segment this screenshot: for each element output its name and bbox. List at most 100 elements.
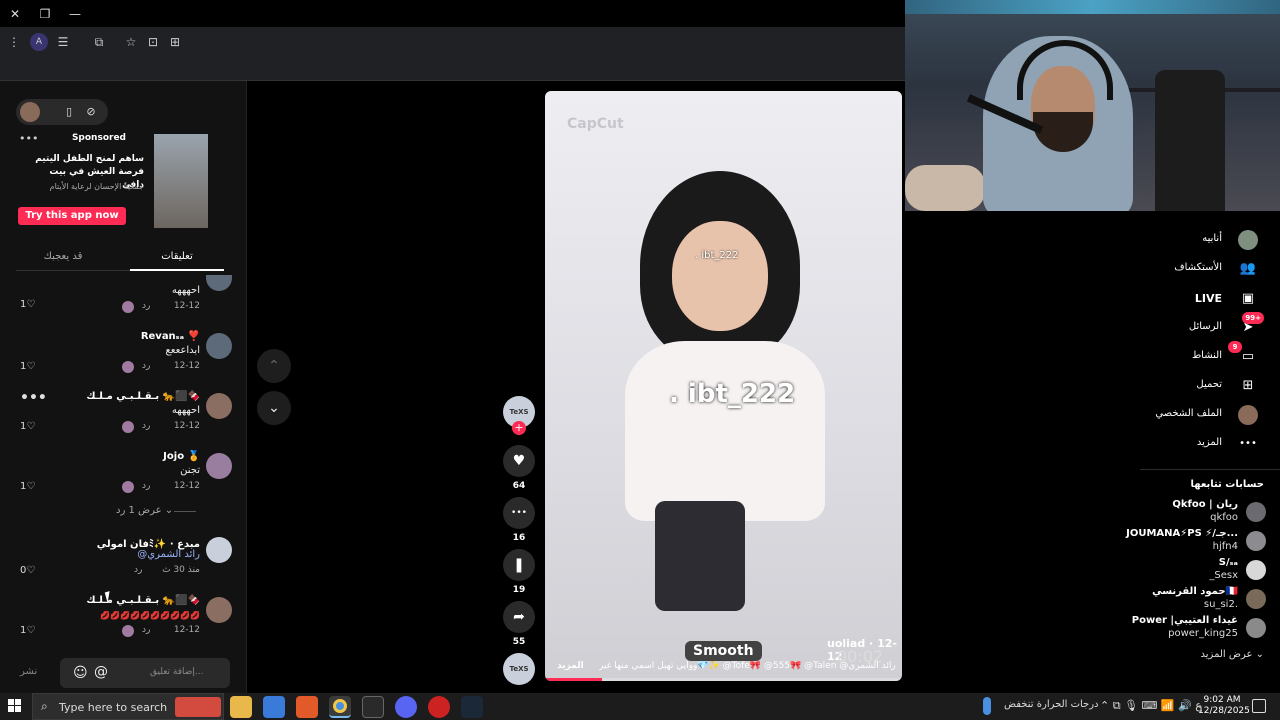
menu-icon[interactable]: ⋮ bbox=[5, 33, 23, 51]
reply-button[interactable]: رد bbox=[134, 565, 142, 575]
queue-icon[interactable]: ☰ bbox=[54, 33, 72, 51]
comment-date: 12-12 bbox=[173, 301, 200, 311]
nav-item-1[interactable]: الأستكشاف 👥 bbox=[1064, 257, 1264, 283]
followed-account[interactable]: JOUMANA⚡PS ⚡/جـ... hjfn4 bbox=[1046, 528, 1266, 556]
user-avatar[interactable] bbox=[20, 102, 40, 122]
tab-comments[interactable]: تعليقات bbox=[130, 251, 224, 271]
store-icon[interactable] bbox=[263, 696, 285, 718]
notification-icon[interactable] bbox=[1252, 699, 1266, 713]
caption-more-button[interactable]: المزيد bbox=[557, 661, 584, 671]
tab-maybe-you-like[interactable]: قد يعجبك bbox=[16, 251, 110, 262]
follow-plus-icon[interactable]: + bbox=[512, 421, 526, 435]
commenter-avatar[interactable] bbox=[206, 333, 232, 359]
weather-text[interactable]: درجات الحرارة تنخفض bbox=[1004, 699, 1099, 710]
commenter-name[interactable]: Revanₛₐ ❣️ bbox=[141, 331, 200, 342]
nav-item-messages[interactable]: الرسائل ➤ 99+ bbox=[1064, 312, 1264, 342]
discord-icon[interactable] bbox=[395, 696, 417, 718]
video-progress-fill bbox=[545, 678, 603, 681]
ad-options-icon[interactable]: ••• bbox=[19, 132, 38, 145]
followed-account[interactable]: Power |غيداء العتيبي power_king25 bbox=[1046, 615, 1266, 643]
bookmark-icon[interactable]: ❚ bbox=[503, 549, 535, 581]
ad-image[interactable] bbox=[154, 134, 208, 228]
reply-button[interactable]: رد bbox=[142, 625, 150, 635]
video-player[interactable]: CapCut . ibt_222 . ibt_222 Smooth uoliad… bbox=[545, 91, 902, 681]
restore-icon[interactable]: ❐ bbox=[36, 5, 54, 23]
system-tray[interactable]: ⌃ ⧉ 🎙 ⌨ 📶 🔊 ع bbox=[1100, 699, 1202, 713]
heart-icon[interactable]: ♥ bbox=[503, 445, 535, 477]
commenter-name[interactable]: فان اموليﾐ✨ · مبدع bbox=[97, 535, 200, 550]
file-explorer-icon[interactable] bbox=[230, 696, 252, 718]
comment-like-button[interactable]: 1♡ bbox=[20, 481, 35, 492]
video-overlay-tag-small: . ibt_222 bbox=[695, 250, 739, 261]
commenter-name[interactable]: بـقـلـبـي مـلـك 🐆⬛🍫 bbox=[86, 595, 200, 606]
nav-item-live[interactable]: LIVE ▣ bbox=[1064, 287, 1264, 313]
comment-like-button[interactable]: 1♡ bbox=[20, 361, 35, 372]
obs-icon[interactable] bbox=[428, 696, 450, 718]
taskbar-search[interactable]: ⌕ Type here to search bbox=[32, 693, 224, 720]
save-count: 19 bbox=[512, 585, 526, 595]
comment-icon[interactable]: ••• bbox=[503, 497, 535, 529]
comment-text: تجنن bbox=[180, 465, 200, 476]
video-subject-legs bbox=[655, 501, 745, 611]
commenter-avatar[interactable] bbox=[206, 537, 232, 563]
reply-button[interactable]: رد bbox=[142, 301, 150, 311]
commenter-name[interactable]: Jojo 🏅 bbox=[163, 451, 200, 462]
more-options-icon[interactable]: ••• bbox=[20, 390, 47, 406]
comment-like-button[interactable]: 1♡ bbox=[20, 299, 35, 310]
see-more-button[interactable]: عرض المزيد ⌄ bbox=[1201, 649, 1264, 660]
app-window-icon[interactable] bbox=[362, 696, 384, 718]
commenter-avatar[interactable] bbox=[206, 393, 232, 419]
share-icon[interactable]: ➦ bbox=[503, 601, 535, 633]
reply-button[interactable]: رد bbox=[142, 481, 150, 491]
view-replies-button[interactable]: عرض 1 رد ⌄ bbox=[116, 505, 173, 516]
mention-icon[interactable]: @ bbox=[94, 664, 108, 680]
phone-icon[interactable]: ▯ bbox=[60, 103, 78, 121]
nav-label: الملف الشخصي bbox=[1155, 408, 1222, 419]
taskbar-clock[interactable]: 9:02 AM 12/28/2025 bbox=[1198, 695, 1250, 717]
reply-button[interactable]: رد bbox=[142, 361, 150, 371]
chair bbox=[1155, 70, 1225, 211]
nav-item-0[interactable]: أنابيه bbox=[1064, 228, 1264, 254]
music-disc-icon[interactable]: TeXS bbox=[503, 653, 535, 685]
try-app-button[interactable]: Try this app now bbox=[18, 207, 126, 225]
star-icon[interactable]: ☆ bbox=[122, 33, 140, 51]
profile-icon[interactable]: A bbox=[30, 33, 48, 51]
comment-like-button[interactable]: 0♡ bbox=[20, 565, 35, 576]
chrome-icon[interactable] bbox=[329, 696, 351, 718]
post-button[interactable]: نشر bbox=[20, 666, 37, 677]
comment-placeholder[interactable]: إضافة تعليق... bbox=[150, 667, 204, 677]
commenter-avatar[interactable] bbox=[206, 275, 232, 291]
followed-account[interactable]: Qkfoo | ريان qkfoo bbox=[1046, 499, 1266, 527]
nav-item-profile[interactable]: الملف الشخصي bbox=[1064, 403, 1264, 429]
nav-item-activity[interactable]: النشاط ▭ 9 bbox=[1064, 341, 1264, 371]
weather-icon[interactable] bbox=[983, 697, 991, 715]
smooth-quality-button[interactable]: Smooth bbox=[685, 641, 762, 661]
compass-icon[interactable]: ⊘ bbox=[82, 103, 100, 121]
account-handle: qkfoo bbox=[1210, 512, 1238, 523]
reply-button[interactable]: رد bbox=[142, 421, 150, 431]
followed-account[interactable]: حمود القرنسي🇫🇷 su_si2. bbox=[1046, 586, 1266, 614]
steam-icon[interactable] bbox=[461, 696, 483, 718]
brave-icon[interactable] bbox=[296, 696, 318, 718]
previous-video-button[interactable]: ⌃ bbox=[257, 349, 291, 383]
close-icon[interactable]: ✕ bbox=[6, 5, 24, 23]
comment-like-button[interactable]: 1♡ bbox=[20, 625, 35, 636]
comment-like-button[interactable]: 1♡ bbox=[20, 421, 35, 432]
windows-taskbar: ⌕ Type here to search درجات الحرارة تنخف… bbox=[0, 693, 1280, 720]
commenter-name[interactable]: بـقـلـبـي مـلـك 🐆⬛🍫 bbox=[86, 391, 200, 402]
video-progress-bar[interactable] bbox=[545, 678, 902, 681]
nav-item-upload[interactable]: تحميل ⊞ bbox=[1064, 374, 1264, 400]
followed-account[interactable]: S/ₛₐ _Sesx bbox=[1046, 557, 1266, 585]
webcam-overlay bbox=[905, 0, 1280, 211]
commenter-avatar[interactable] bbox=[206, 453, 232, 479]
account-name: Qkfoo | ريان bbox=[1172, 499, 1238, 510]
minimize-icon[interactable]: — bbox=[66, 5, 84, 23]
extensions-icon[interactable]: ⧉ bbox=[90, 33, 108, 51]
split-view-icon[interactable]: ⊞ bbox=[166, 33, 184, 51]
tab-icon[interactable]: ⊡ bbox=[144, 33, 162, 51]
nav-item-more[interactable]: المزيد ••• bbox=[1064, 432, 1264, 458]
next-video-button[interactable]: ⌄ bbox=[257, 391, 291, 425]
commenter-avatar[interactable] bbox=[206, 597, 232, 623]
emoji-icon[interactable]: ☺ bbox=[73, 665, 88, 681]
windows-start-icon[interactable] bbox=[8, 699, 22, 713]
